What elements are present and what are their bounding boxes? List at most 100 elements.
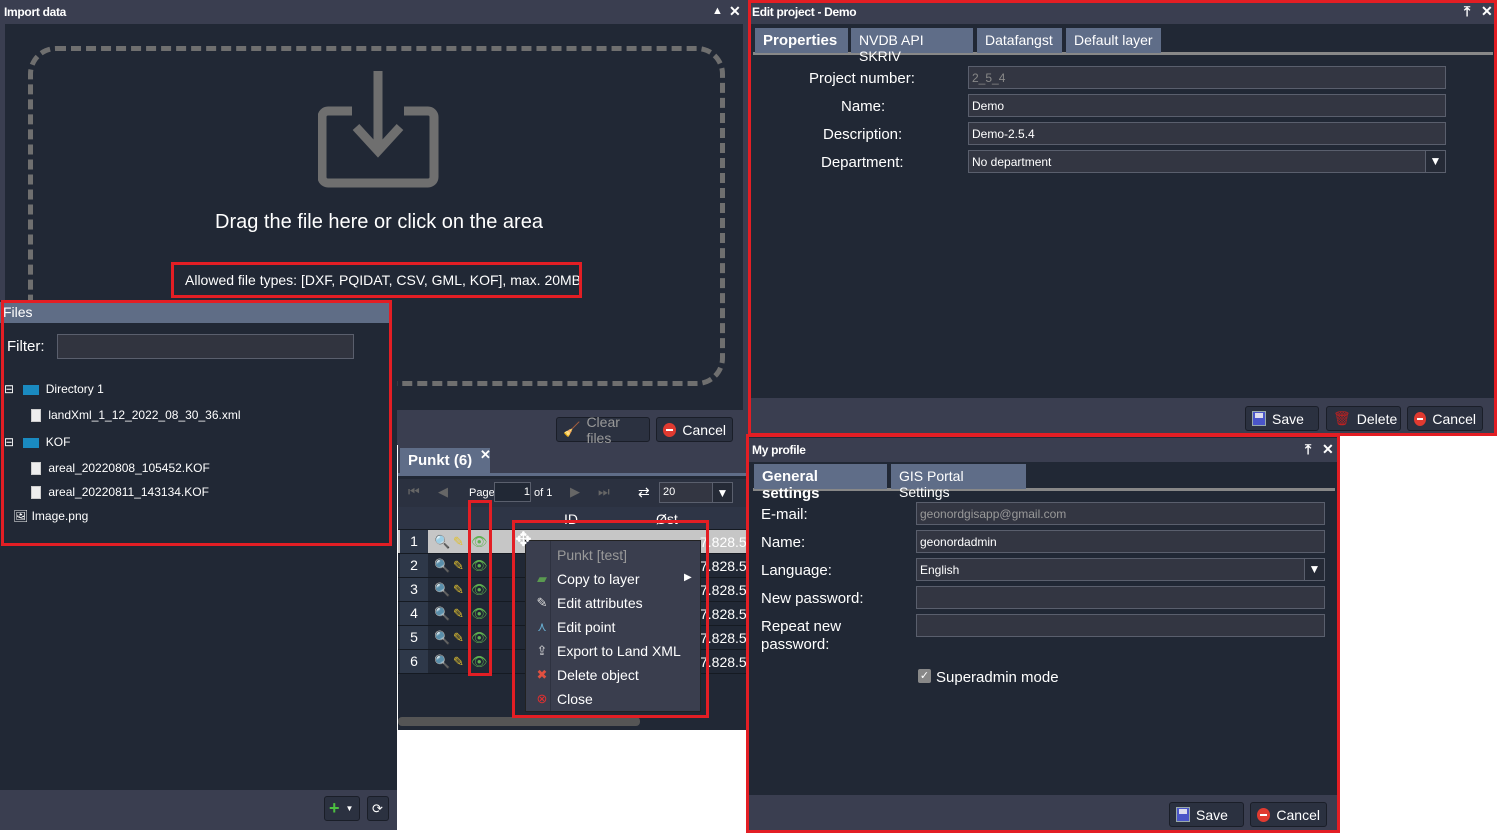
row-number: 2 [400, 554, 428, 577]
pencil-icon[interactable]: ✎ [453, 654, 464, 670]
pencil-icon[interactable]: ✎ [453, 534, 464, 550]
ost-cell: 7.828.5 [700, 630, 747, 646]
row-number: 3 [400, 578, 428, 601]
eye-icon[interactable]: 👁 [471, 558, 488, 574]
column-header-ost[interactable]: Øst [656, 511, 678, 527]
zoom-to-icon[interactable]: 🔍 [434, 630, 450, 646]
add-button[interactable]: + ▼ [324, 796, 360, 821]
grid-header: ID Øst [398, 507, 748, 530]
eye-icon[interactable]: 👁 [471, 630, 488, 646]
new-password-field[interactable] [916, 586, 1325, 609]
first-page-icon[interactable]: ⏮ [408, 484, 420, 500]
tree-folder-kof[interactable]: ⊟ KOF [4, 435, 70, 449]
allowed-types: Allowed file types: [DXF, PQIDAT, CSV, G… [185, 272, 582, 288]
files-header: Files [0, 302, 392, 323]
superadmin-label[interactable]: Superadmin mode [936, 669, 1059, 686]
context-menu-item[interactable]: ⇪ Export to Land XML [526, 639, 702, 663]
chevron-down-icon[interactable]: ▼ [1304, 559, 1324, 580]
pager-toolbar: ⏮ ◀ Page of 1 ▶ ⏭ ⇄ 20▼ [398, 479, 748, 507]
column-header-id[interactable]: ID [564, 511, 578, 527]
tab-punkt[interactable]: Punkt (6) [400, 448, 490, 474]
prev-page-icon[interactable]: ◀ [438, 484, 448, 500]
maximize-icon[interactable]: ⤒ [1464, 3, 1470, 20]
tab-default-layer[interactable]: Default layer [1066, 28, 1161, 53]
eye-icon[interactable]: 👁 [471, 654, 488, 670]
save-button[interactable]: Save [1245, 406, 1319, 431]
chevron-down-icon[interactable]: ▼ [712, 483, 732, 502]
language-select[interactable]: English ▼ [916, 558, 1325, 581]
close-icon[interactable]: ✕ [1322, 441, 1334, 458]
project-number-label: Project number: [809, 70, 915, 87]
collapse-toggle-icon[interactable]: ⊟ [4, 435, 14, 449]
zoom-to-icon[interactable]: 🔍 [434, 582, 450, 598]
edit-project-title: Edit project - Demo [748, 0, 1497, 24]
context-menu-item[interactable]: ⋏ Edit point [526, 615, 702, 639]
image-icon: 🖼 [13, 509, 29, 523]
save-button[interactable]: Save [1169, 802, 1244, 827]
description-field[interactable]: Demo-2.5.4 [968, 122, 1446, 145]
name-field[interactable]: Demo [968, 94, 1446, 117]
tab-datafangst[interactable]: Datafangst [977, 28, 1062, 53]
maximize-icon[interactable]: ⤒ [1305, 441, 1311, 458]
export-icon: ⇪ [536, 643, 548, 658]
zoom-to-icon[interactable]: 🔍 [434, 534, 450, 550]
page-size-select[interactable]: 20 ▼ [659, 482, 733, 503]
save-icon [1176, 807, 1190, 822]
chevron-down-icon[interactable]: ▼ [1425, 151, 1445, 172]
clear-files-button[interactable]: 🧹 Clear files [556, 414, 650, 446]
close-icon[interactable]: ✕ [1481, 3, 1493, 20]
last-page-icon[interactable]: ⏭ [598, 484, 610, 500]
context-menu-item[interactable]: ✎ Edit attributes [526, 591, 702, 615]
tree-file[interactable]: areal_20220808_105452.KOF [31, 461, 210, 476]
pencil-icon[interactable]: ✎ [453, 630, 464, 646]
pencil-icon[interactable]: ✎ [453, 558, 464, 574]
email-field: geonordgisapp@gmail.com [916, 502, 1325, 525]
superadmin-checkbox[interactable]: ✓ [918, 669, 931, 683]
zoom-to-icon[interactable]: 🔍 [434, 606, 450, 622]
description-label: Description: [823, 126, 903, 143]
project-number-field: 2_5_4 [968, 66, 1446, 89]
context-menu-item[interactable]: ✖ Delete object [526, 663, 702, 687]
pencil-icon[interactable]: ✎ [453, 582, 464, 598]
close-icon[interactable]: ✕ [729, 3, 741, 20]
department-label: Department: [821, 154, 904, 171]
refresh-button[interactable]: ⟳ [367, 796, 389, 821]
tab-general-settings[interactable]: General settings [754, 464, 887, 502]
context-menu-header: Punkt [test] [557, 547, 628, 563]
zoom-to-icon[interactable]: 🔍 [434, 558, 450, 574]
page-input[interactable] [494, 482, 531, 502]
tab-nvdb-api-skriv[interactable]: NVDB API SKRIV [851, 28, 973, 64]
tree-file[interactable]: landXml_1_12_2022_08_30_36.xml [31, 408, 241, 423]
name-label: Name: [841, 98, 886, 115]
close-tab-icon[interactable]: ✕ [480, 447, 491, 463]
new-password-label: New password: [761, 590, 864, 607]
move-cursor-icon: ✥ [515, 529, 532, 551]
tab-properties[interactable]: Properties [755, 28, 848, 53]
tab-gis-portal-settings[interactable]: GIS Portal Settings [891, 464, 1026, 500]
repeat-password-field[interactable] [916, 614, 1325, 637]
collapse-icon[interactable]: ▲ [712, 5, 723, 17]
filter-input[interactable] [57, 334, 354, 359]
eye-icon[interactable]: 👁 [471, 606, 488, 622]
refresh-icon[interactable]: ⇄ [638, 484, 650, 501]
import-cancel-button[interactable]: Cancel [656, 417, 733, 442]
tree-folder-directory-1[interactable]: ⊟ Directory 1 [4, 382, 104, 396]
zoom-to-icon[interactable]: 🔍 [434, 654, 450, 670]
tree-file[interactable]: areal_20220811_143134.KOF [31, 485, 209, 500]
tree-file-image[interactable]: 🖼 Image.png [13, 509, 88, 523]
context-menu-item[interactable]: ⊗ Close [526, 687, 702, 711]
eye-icon[interactable]: 👁 [471, 582, 488, 598]
delete-button[interactable]: 🗑 Delete [1326, 406, 1401, 431]
cancel-button[interactable]: Cancel [1250, 802, 1327, 827]
horizontal-scrollbar[interactable] [398, 717, 640, 726]
collapse-toggle-icon[interactable]: ⊟ [4, 382, 14, 396]
drop-text: Drag the file here or click on the area [215, 211, 543, 233]
row-number: 4 [400, 602, 428, 625]
next-page-icon[interactable]: ▶ [570, 484, 580, 500]
department-select[interactable]: No department ▼ [968, 150, 1446, 173]
cancel-button[interactable]: Cancel [1407, 406, 1483, 431]
name-field[interactable]: geonordadmin [916, 530, 1325, 553]
eye-icon[interactable]: 👁 [471, 534, 488, 550]
context-menu-item[interactable]: ▰ Copy to layer ▶ [526, 567, 702, 591]
pencil-icon[interactable]: ✎ [453, 606, 464, 622]
